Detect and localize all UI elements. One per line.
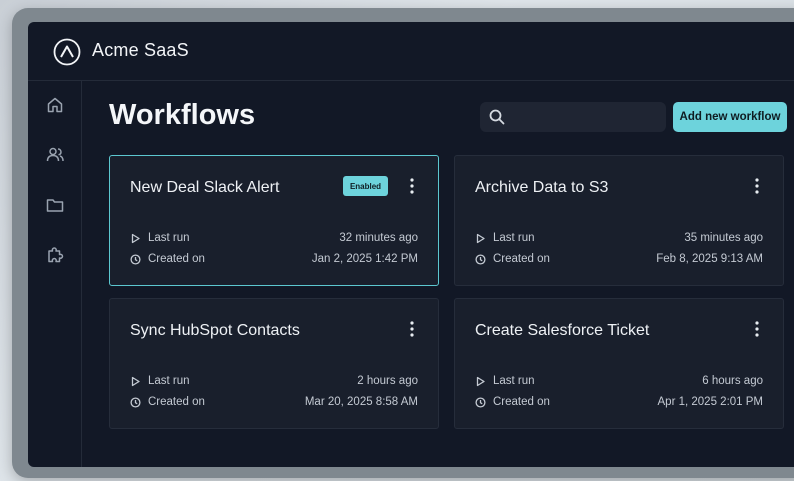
last-run-value: 35 minutes ago bbox=[684, 232, 763, 244]
status-badge: Enabled bbox=[343, 176, 388, 196]
created-on-row: Created on Feb 8, 2025 9:13 AM bbox=[475, 252, 763, 268]
search-icon bbox=[488, 108, 506, 126]
created-on-value: Mar 20, 2025 8:58 AM bbox=[304, 396, 418, 408]
add-workflow-button[interactable]: Add new workflow bbox=[673, 102, 787, 132]
app-window: Acme SaaS Workflows Add new workflow New… bbox=[28, 22, 794, 467]
created-on-row: Created on Mar 20, 2025 8:58 AM bbox=[130, 395, 418, 411]
clock-icon bbox=[475, 397, 486, 408]
created-on-row: Created on Jan 2, 2025 1:42 PM bbox=[130, 252, 418, 268]
created-on-value: Feb 8, 2025 9:13 AM bbox=[656, 253, 763, 265]
search-input[interactable] bbox=[512, 102, 664, 134]
created-on-value: Jan 2, 2025 1:42 PM bbox=[311, 253, 418, 265]
home-icon[interactable] bbox=[45, 95, 65, 115]
last-run-value: 6 hours ago bbox=[702, 375, 763, 387]
created-on-label: Created on bbox=[148, 396, 205, 408]
last-run-row: Last run 32 minutes ago bbox=[130, 231, 418, 247]
workflow-title: Sync HubSpot Contacts bbox=[130, 322, 300, 339]
app-title: Acme SaaS bbox=[92, 40, 189, 60]
clock-icon bbox=[130, 254, 141, 265]
created-on-label: Created on bbox=[493, 253, 550, 265]
last-run-value: 2 hours ago bbox=[357, 375, 418, 387]
acme-logo-icon[interactable] bbox=[53, 38, 81, 66]
clock-icon bbox=[130, 397, 141, 408]
last-run-label: Last run bbox=[493, 232, 535, 244]
workflow-card[interactable]: Create Salesforce Ticket Last run 6 hour… bbox=[454, 298, 784, 429]
more-options-icon[interactable] bbox=[753, 177, 761, 195]
more-options-icon[interactable] bbox=[408, 177, 416, 195]
play-icon bbox=[130, 233, 141, 244]
last-run-row: Last run 2 hours ago bbox=[130, 374, 418, 390]
created-on-label: Created on bbox=[148, 253, 205, 265]
workflow-title: New Deal Slack Alert bbox=[130, 179, 280, 196]
workflow-card[interactable]: Archive Data to S3 Last run 35 minutes a… bbox=[454, 155, 784, 286]
last-run-value: 32 minutes ago bbox=[339, 232, 418, 244]
workflow-title: Create Salesforce Ticket bbox=[475, 322, 650, 339]
folder-icon[interactable] bbox=[45, 195, 65, 215]
created-on-label: Created on bbox=[493, 396, 550, 408]
sidebar bbox=[28, 81, 82, 467]
search-box[interactable] bbox=[480, 102, 666, 134]
last-run-row: Last run 6 hours ago bbox=[475, 374, 763, 390]
page-title: Workflows bbox=[109, 99, 256, 131]
created-on-value: Apr 1, 2025 2:01 PM bbox=[657, 396, 763, 408]
workflow-title: Archive Data to S3 bbox=[475, 179, 609, 196]
last-run-row: Last run 35 minutes ago bbox=[475, 231, 763, 247]
play-icon bbox=[475, 233, 486, 244]
created-on-row: Created on Apr 1, 2025 2:01 PM bbox=[475, 395, 763, 411]
more-options-icon[interactable] bbox=[753, 320, 761, 338]
last-run-label: Last run bbox=[148, 232, 190, 244]
play-icon bbox=[130, 376, 141, 387]
more-options-icon[interactable] bbox=[408, 320, 416, 338]
clock-icon bbox=[475, 254, 486, 265]
workflow-card[interactable]: New Deal Slack Alert Enabled Last run 32… bbox=[109, 155, 439, 286]
users-icon[interactable] bbox=[45, 145, 65, 165]
last-run-label: Last run bbox=[493, 375, 535, 387]
puzzle-icon[interactable] bbox=[45, 245, 65, 265]
top-bar: Acme SaaS bbox=[28, 22, 794, 81]
workflow-card[interactable]: Sync HubSpot Contacts Last run 2 hours a… bbox=[109, 298, 439, 429]
play-icon bbox=[475, 376, 486, 387]
last-run-label: Last run bbox=[148, 375, 190, 387]
